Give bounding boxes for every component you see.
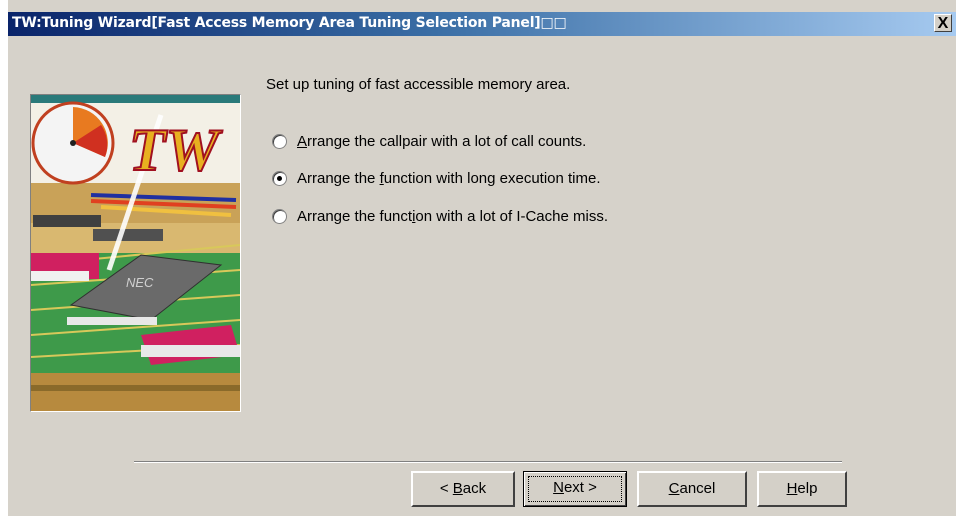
close-icon: X — [937, 15, 949, 32]
back-button[interactable]: < Back — [411, 471, 515, 507]
circuit-board-illustration: NEC TW — [31, 95, 240, 411]
button-separator — [134, 461, 842, 463]
cancel-button[interactable]: Cancel — [637, 471, 747, 507]
window-title: TW:Tuning Wizard[Fast Access Memory Area… — [12, 15, 567, 31]
radio-callpair[interactable] — [272, 133, 287, 149]
option-label: Arrange the function with long execution… — [297, 169, 601, 187]
option-label: Arrange the function with a lot of I-Cac… — [297, 207, 608, 225]
title-bar[interactable]: TW:Tuning Wizard[Fast Access Memory Area… — [8, 12, 956, 36]
wizard-illustration: NEC TW — [30, 94, 241, 412]
chip-label: NEC — [126, 275, 154, 290]
close-button[interactable]: X — [934, 14, 952, 32]
tw-logo: TW — [129, 117, 223, 183]
radio-long-execution[interactable] — [272, 170, 287, 186]
option-icache-miss[interactable]: Arrange the function with a lot of I-Cac… — [272, 205, 608, 227]
radio-selected-dot — [277, 175, 282, 181]
instruction-text: Set up tuning of fast accessible memory … — [266, 76, 571, 93]
option-long-execution[interactable]: Arrange the function with long execution… — [272, 167, 601, 189]
window-left-edge — [0, 0, 8, 516]
focus-rectangle — [528, 476, 622, 502]
option-label: Arrange the callpair with a lot of call … — [297, 132, 587, 150]
radio-icache-miss[interactable] — [272, 208, 287, 224]
help-button[interactable]: Help — [757, 471, 847, 507]
next-button[interactable]: Next > — [523, 471, 627, 507]
option-callpair[interactable]: Arrange the callpair with a lot of call … — [272, 130, 586, 152]
wizard-window: TW:Tuning Wizard[Fast Access Memory Area… — [0, 0, 956, 516]
